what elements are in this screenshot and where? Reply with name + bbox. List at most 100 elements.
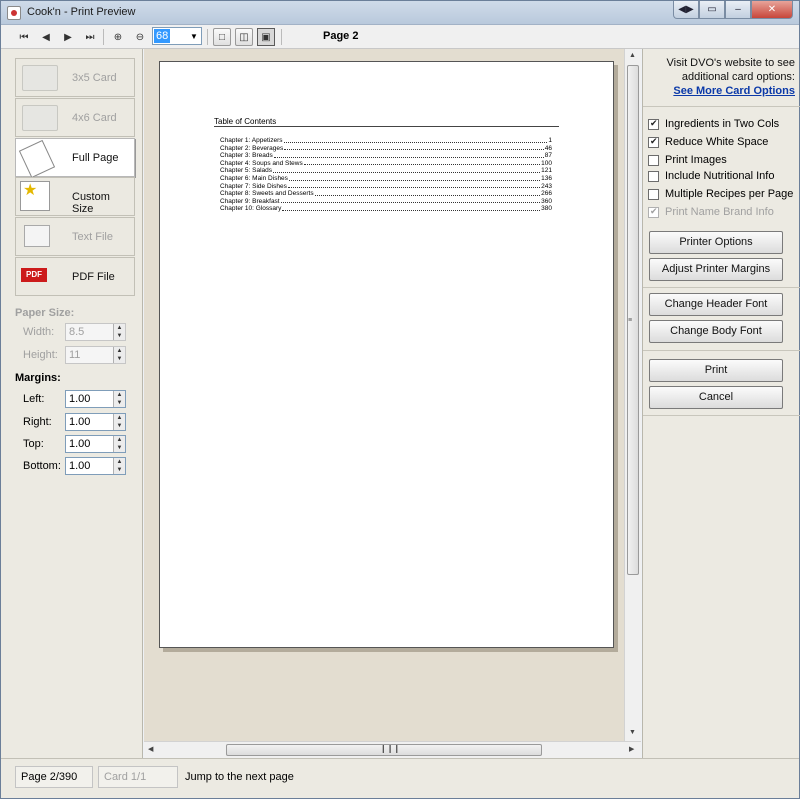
checkbox-box[interactable] <box>648 170 659 182</box>
horizontal-scrollbar[interactable]: ◀ ❙❙❙ ▶ <box>144 741 641 758</box>
toc-row: Chapter 4: Soups and Stews 100 <box>220 160 552 168</box>
first-page-icon[interactable]: ⏮ <box>15 28 33 46</box>
toc-entry-page: 360 <box>541 197 552 205</box>
card-4x6-icon <box>22 105 58 131</box>
toc-entry-title: Chapter 9: Breakfast <box>220 197 280 205</box>
visit-text: Visit DVO's website to see additional ca… <box>666 57 795 83</box>
checkbox-box[interactable] <box>648 136 659 148</box>
top-margin-input[interactable]: 1.00 ▲ ▼ <box>65 435 126 453</box>
change-body-font-button[interactable]: Change Body Font <box>649 320 783 343</box>
previous-page-icon[interactable]: ◀ <box>37 28 55 46</box>
height-spinner[interactable]: ▲ ▼ <box>113 347 125 363</box>
close-button[interactable]: ✕ <box>751 1 793 19</box>
minimize-button[interactable]: ▭ <box>699 1 725 19</box>
toc-entry-title: Chapter 6: Main Dishes <box>220 174 288 182</box>
single-page-view-icon[interactable]: □ <box>213 28 231 46</box>
custom-size-option[interactable]: ★ Custom Size <box>15 177 135 216</box>
multiple-recipes-checkbox[interactable]: Multiple Recipes per Page <box>648 188 793 200</box>
top-margin-spinner[interactable]: ▲ ▼ <box>113 436 125 452</box>
bottom-margin-label: Bottom: <box>23 460 61 472</box>
zoom-in-icon[interactable]: ⊕ <box>109 28 127 46</box>
toc-leader <box>288 175 541 181</box>
maximize-button[interactable]: – <box>725 1 751 19</box>
zoom-out-icon[interactable]: ⊖ <box>131 28 149 46</box>
two-page-view-icon[interactable]: ◫ <box>235 28 253 46</box>
preview-page: Table of Contents Chapter 1: Appetizers 1… <box>159 61 614 648</box>
checkbox-box[interactable] <box>648 118 659 130</box>
option-label: Text File <box>72 231 113 243</box>
print-images-checkbox[interactable]: Print Images <box>648 154 727 166</box>
option-label: 3x5 Card <box>72 72 117 84</box>
toc-entry-title: Chapter 5: Salads <box>220 167 273 175</box>
pdf-icon: PDF <box>21 268 47 282</box>
card-3x5-option[interactable]: 3x5 Card <box>15 58 135 97</box>
height-label: Height: <box>23 349 58 361</box>
toc-entry-title: Chapter 4: Soups and Stews <box>220 159 303 167</box>
last-page-icon[interactable]: ⏭ <box>81 28 99 46</box>
option-label: 4x6 Card <box>72 112 117 124</box>
format-panel: 3x5 Card 4x6 Card Full Page ★ Custom Siz… <box>1 49 143 760</box>
ingredients-two-cols-checkbox[interactable]: Ingredients in Two Cols <box>648 118 779 130</box>
print-button[interactable]: Print <box>649 359 783 382</box>
scroll-down-icon[interactable]: ▼ <box>629 729 636 736</box>
left-margin-input[interactable]: 1.00 ▲ ▼ <box>65 390 126 408</box>
vertical-scrollbar[interactable]: ▲ ≡ ▼ <box>624 49 641 741</box>
width-input[interactable]: 8.5 ▲ ▼ <box>65 323 126 341</box>
card-4x6-option[interactable]: 4x6 Card <box>15 98 135 137</box>
toc-row: Chapter 5: Salads 121 <box>220 167 552 175</box>
option-label: Custom Size <box>72 191 110 215</box>
cancel-button[interactable]: Cancel <box>649 386 783 409</box>
checkbox-box[interactable] <box>648 206 659 218</box>
option-label: Full Page <box>72 152 119 164</box>
reduce-white-space-checkbox[interactable]: Reduce White Space <box>648 136 768 148</box>
scroll-right-icon[interactable]: ▶ <box>629 745 634 753</box>
checkbox-box[interactable] <box>648 154 659 166</box>
adjust-printer-margins-button[interactable]: Adjust Printer Margins <box>649 258 783 281</box>
change-header-font-button[interactable]: Change Header Font <box>649 293 783 316</box>
zoom-value: 68 <box>154 29 171 43</box>
width-spinner[interactable]: ▲ ▼ <box>113 324 125 340</box>
height-input[interactable]: 11 ▲ ▼ <box>65 346 126 364</box>
text-file-option[interactable]: Text File <box>15 217 135 256</box>
right-margin-spinner[interactable]: ▲ ▼ <box>113 414 125 430</box>
toc-row: Chapter 2: Beverages 46 <box>220 145 552 153</box>
toc-entry-page: 243 <box>541 182 552 190</box>
print-name-brand-info-checkbox[interactable]: Print Name Brand Info <box>648 206 774 218</box>
scroll-up-icon[interactable]: ▲ <box>629 52 636 59</box>
bottom-margin-spinner[interactable]: ▲ ▼ <box>113 458 125 474</box>
toc-entry-page: 87 <box>544 152 552 160</box>
full-page-icon <box>18 139 56 179</box>
restore-tabs-button[interactable]: ◀▶ <box>673 1 699 19</box>
checkbox-box[interactable] <box>648 188 659 200</box>
toc-row: Chapter 9: Breakfast 360 <box>220 198 552 206</box>
chevron-down-icon[interactable]: ▼ <box>187 28 201 44</box>
left-margin-spinner[interactable]: ▲ ▼ <box>113 391 125 407</box>
toc-entry-title: Chapter 8: Sweets and Desserts <box>220 190 314 198</box>
right-margin-input[interactable]: 1.00 ▲ ▼ <box>65 413 126 431</box>
preview-area[interactable]: Table of Contents Chapter 1: Appetizers 1… <box>144 49 624 741</box>
printer-options-button[interactable]: Printer Options <box>649 231 783 254</box>
include-nutritional-info-checkbox[interactable]: Include Nutritional Info <box>648 170 774 182</box>
print-preview-window: Cook'n - Print Preview ◀▶ ▭ – ✕ ⏮ ◀ ▶ ⏭ … <box>0 0 800 799</box>
full-page-view-icon[interactable]: ▣ <box>257 28 275 46</box>
bottom-margin-input[interactable]: 1.00 ▲ ▼ <box>65 457 126 475</box>
toc-divider <box>214 126 559 127</box>
checkbox-label: Print Images <box>665 154 727 166</box>
toc-entry-title: Chapter 2: Beverages <box>220 144 284 152</box>
width-value: 8.5 <box>69 326 85 338</box>
see-more-card-options-link[interactable]: See More Card Options <box>673 85 795 97</box>
toc-leader <box>314 190 541 196</box>
scroll-left-icon[interactable]: ◀ <box>148 745 153 753</box>
toc-leader <box>284 145 544 151</box>
toc-leader <box>280 198 541 204</box>
card-count-status: Card 1/1 <box>98 766 178 788</box>
zoom-combo[interactable]: 68 ▼ <box>152 27 202 45</box>
toc-entry-page: 121 <box>541 167 552 175</box>
page-count-status: Page 2/390 <box>15 766 93 788</box>
next-page-icon[interactable]: ▶ <box>59 28 77 46</box>
full-page-option[interactable]: Full Page <box>15 138 135 179</box>
card-3x5-icon <box>22 65 58 91</box>
divider <box>643 106 800 107</box>
pdf-file-option[interactable]: PDF PDF File <box>15 257 135 296</box>
toc-leader <box>287 183 541 189</box>
